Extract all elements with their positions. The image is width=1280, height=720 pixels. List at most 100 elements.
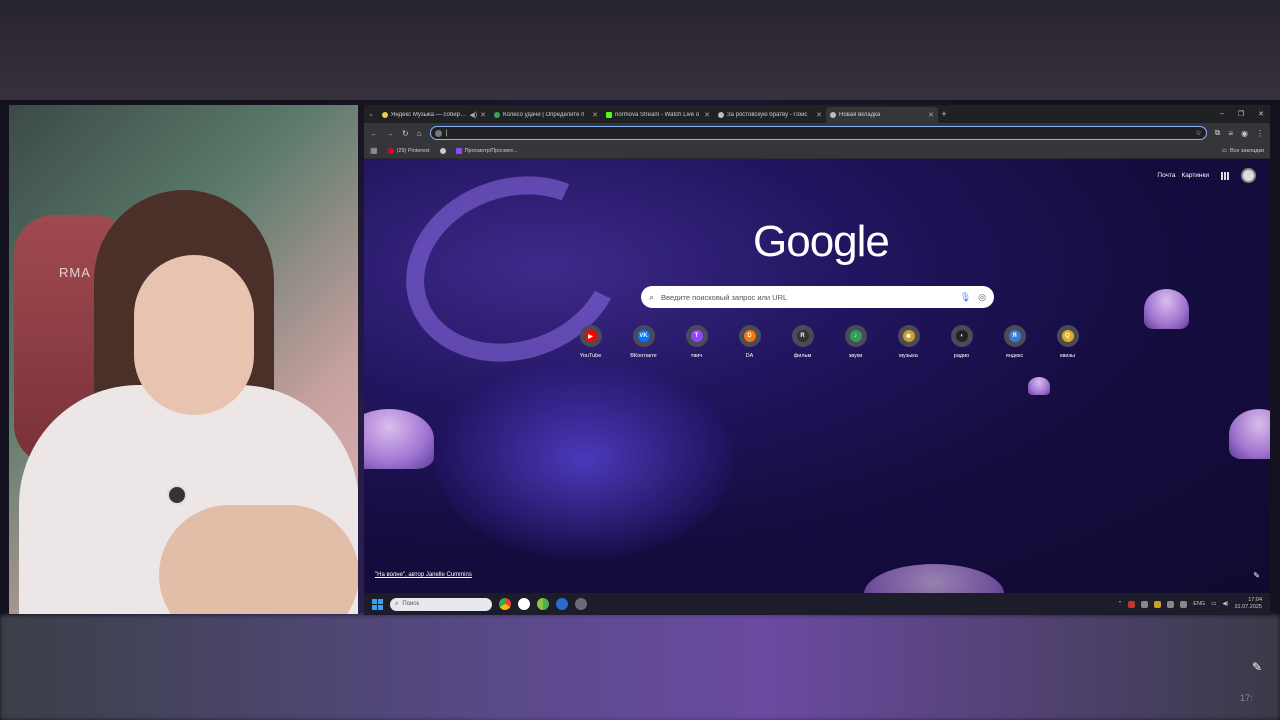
- address-input[interactable]: |: [446, 130, 1192, 137]
- close-icon[interactable]: ✕: [816, 111, 822, 119]
- jellyfish-art: [364, 409, 434, 469]
- bookmark-icon-only[interactable]: [439, 147, 446, 154]
- webcam-feed: RMA: [9, 105, 358, 614]
- shortcuts-row: ▶ YouTube VK ВКонтакте Tтвич D DA Rфильм ♪ з…: [564, 325, 1094, 359]
- new-tab-button[interactable]: +: [938, 109, 950, 119]
- close-icon[interactable]: ✕: [480, 111, 486, 119]
- bookmark-pinterest[interactable]: (29) Pinterest: [387, 147, 430, 154]
- shortcut-youtube[interactable]: ▶ YouTube: [564, 325, 617, 359]
- bookmark-twitch[interactable]: Просмотр/Просмот...: [455, 147, 517, 154]
- chrome-dev-icon[interactable]: [537, 598, 549, 610]
- shortcut-radio[interactable]: ◗ радио: [935, 325, 988, 359]
- images-link[interactable]: Картинки: [1181, 172, 1209, 179]
- badge-pin: [167, 485, 187, 505]
- pencil-icon: ✎: [1252, 660, 1263, 674]
- tray-app-icon[interactable]: [1141, 600, 1149, 608]
- search-box[interactable]: ⌕ Введите поисковый запрос или URL 🎙 ◎: [641, 286, 994, 308]
- taskbar-search[interactable]: ⌕ Поиск: [390, 597, 492, 611]
- shortcut-twitch[interactable]: Tтвич: [670, 325, 723, 359]
- pinterest-icon: [387, 147, 394, 154]
- blurred-background-top: [0, 0, 1280, 100]
- vk-icon: VK: [637, 330, 650, 342]
- microphone-icon[interactable]: 🎙: [960, 292, 971, 303]
- shortcut-music[interactable]: ✱ музыка: [882, 325, 935, 359]
- speaker-icon[interactable]: ◀): [469, 111, 477, 119]
- notification-app-icon[interactable]: [575, 598, 587, 610]
- microphone-icon[interactable]: [1180, 600, 1188, 608]
- blurred-background-bottom: [0, 615, 1280, 720]
- tray-app-icon[interactable]: [1154, 600, 1162, 608]
- kick-icon: [606, 112, 612, 118]
- music-icon: ✱: [902, 330, 915, 342]
- tab-kick-stream[interactable]: normova Stream - Watch Live o ✕: [602, 107, 714, 123]
- forward-icon[interactable]: →: [386, 129, 394, 138]
- jellyfish-art: [1144, 289, 1189, 329]
- gmail-link[interactable]: Почта: [1157, 172, 1175, 179]
- minimize-icon[interactable]: –: [1220, 110, 1224, 118]
- tab-search-icon[interactable]: ⌄: [364, 110, 378, 118]
- sounds-icon: ♪: [849, 330, 862, 342]
- globe-icon: [439, 147, 446, 154]
- volume-icon[interactable]: ◀): [1222, 601, 1228, 607]
- shortcut-circle: ◗: [950, 325, 973, 347]
- close-window-icon[interactable]: ✕: [1258, 110, 1264, 118]
- background-credit-link[interactable]: "На волне", автор Janelle Cummins: [375, 572, 472, 578]
- stream-stage: ✎ 17: RMA ⌄ Яндекс Музыка — собираем ◀) …: [0, 0, 1280, 720]
- yandex-music-icon: [382, 112, 388, 118]
- back-icon[interactable]: ←: [370, 129, 378, 138]
- taskbar-clock[interactable]: 17:04 31.07.2025: [1234, 597, 1262, 611]
- shortcut-circle: D: [738, 325, 761, 347]
- network-icon[interactable]: ▭: [1211, 601, 1216, 607]
- close-icon[interactable]: ✕: [592, 111, 598, 119]
- windows-start-icon[interactable]: [372, 598, 383, 610]
- media-icon[interactable]: ≡: [1228, 129, 1233, 138]
- window-controls: – ❐ ✕: [1220, 110, 1270, 118]
- yandex-browser-icon[interactable]: [518, 598, 530, 610]
- chair-logo: RMA: [59, 265, 91, 280]
- tab-new-tab[interactable]: Новая вкладка ✕: [826, 107, 938, 123]
- tick-app-icon[interactable]: [556, 598, 568, 610]
- twitch-icon: [455, 147, 462, 154]
- home-icon[interactable]: ⌂: [417, 129, 422, 138]
- google-logo: Google: [753, 217, 890, 266]
- shortcut-yandex[interactable]: Яяндекс: [988, 325, 1041, 359]
- shortcut-circle: Q: [1056, 325, 1079, 347]
- reload-icon[interactable]: ↻: [402, 129, 409, 138]
- chevron-up-icon[interactable]: ⌃: [1118, 601, 1123, 607]
- tab-search-results[interactable]: За ростовскую братву - Поис ✕: [714, 107, 826, 123]
- jellyfish-art: [864, 564, 1004, 593]
- shortcut-da[interactable]: D DA: [723, 325, 776, 359]
- search-input[interactable]: Введите поисковый запрос или URL: [661, 293, 953, 302]
- all-bookmarks[interactable]: ▭ Все закладки: [1222, 148, 1264, 154]
- shortcut-vk[interactable]: VK ВКонтакте: [617, 325, 670, 359]
- search-icon: ⌕: [395, 600, 399, 607]
- shortcut-quiz[interactable]: Qквизы: [1041, 325, 1094, 359]
- close-icon[interactable]: ✕: [704, 111, 710, 119]
- shortcut-circle: T: [685, 325, 708, 347]
- twitch-icon: T: [690, 330, 703, 342]
- tray-app-icon[interactable]: [1128, 600, 1136, 608]
- address-bar[interactable]: | ☆: [429, 126, 1207, 140]
- tray-app-icon[interactable]: [1167, 600, 1175, 608]
- account-avatar[interactable]: [1241, 168, 1256, 183]
- lens-icon[interactable]: ◎: [978, 292, 986, 303]
- extensions-icon[interactable]: ⧉: [1215, 128, 1221, 138]
- maximize-icon[interactable]: ❐: [1238, 110, 1244, 118]
- close-icon[interactable]: ✕: [928, 111, 934, 119]
- shortcut-sounds[interactable]: ♪ звуки: [829, 325, 882, 359]
- tab-wheel-of-fortune[interactable]: Колесо удачи | Определите п ✕: [490, 107, 602, 123]
- jellyfish-art: [1229, 409, 1270, 459]
- shortcut-circle: Я: [1003, 325, 1026, 347]
- bookmark-star-icon[interactable]: ☆: [1195, 129, 1201, 137]
- language-indicator[interactable]: ENG: [1193, 601, 1205, 607]
- profile-icon[interactable]: ◉: [1241, 129, 1248, 138]
- apps-grid-icon[interactable]: ▦: [370, 146, 378, 155]
- search-icon: ⌕: [649, 291, 655, 302]
- tab-yandex-music[interactable]: Яндекс Музыка — собираем ◀) ✕: [378, 107, 490, 123]
- google-apps-icon[interactable]: [1221, 171, 1229, 180]
- chrome-icon[interactable]: [499, 598, 511, 610]
- shortcut-film[interactable]: Rфильм: [776, 325, 829, 359]
- menu-icon[interactable]: ⋮: [1256, 129, 1264, 138]
- tab-bar: ⌄ Яндекс Музыка — собираем ◀) ✕ Колесо у…: [364, 105, 1270, 123]
- customize-pencil-icon[interactable]: ✎: [1253, 571, 1260, 580]
